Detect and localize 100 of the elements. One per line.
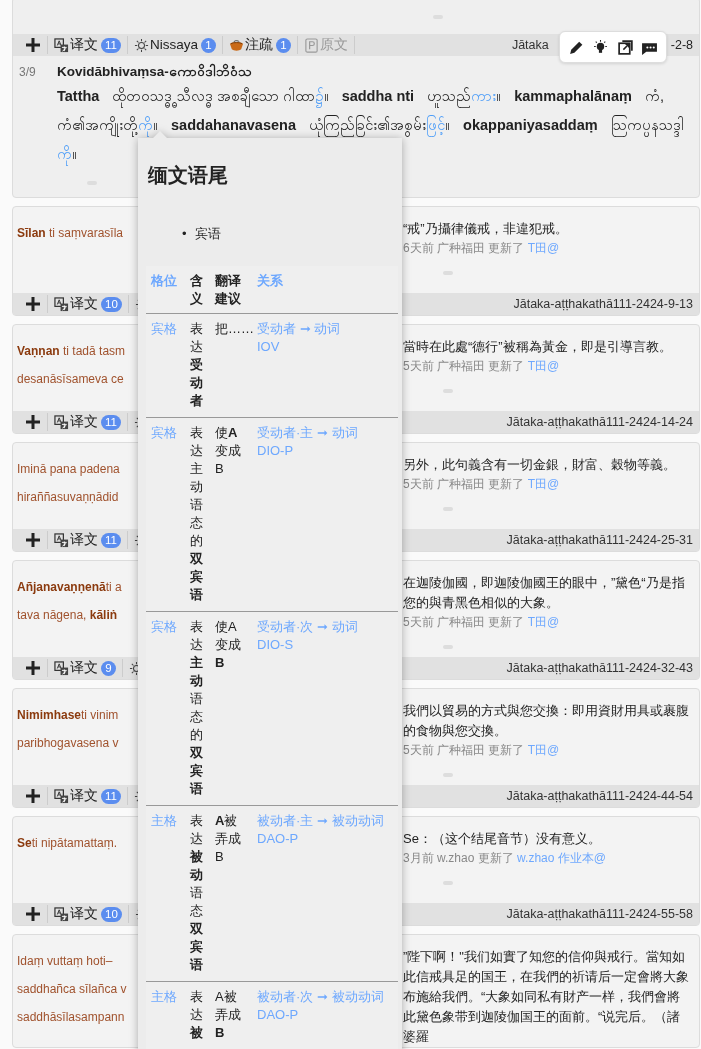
relation-link[interactable]: 受动者·主 ➞ 动词 — [257, 424, 393, 442]
user-link[interactable]: T田@ — [527, 359, 560, 374]
meaning-text: 表达受动者 — [190, 320, 203, 410]
count-badge: 11 — [101, 37, 121, 53]
plus-icon[interactable] — [25, 414, 41, 431]
translation-text: 當時在此處“德行”被稱為黃金，即是引導言教。 — [403, 338, 673, 357]
tab-label[interactable]: 译文 — [70, 658, 98, 679]
suggestion-text: 把…… — [215, 320, 254, 338]
count-badge: 11 — [101, 532, 121, 548]
relation-link[interactable]: 受动者·次 ➞ 动词 — [257, 618, 393, 636]
pali-text: Iminā pana padena — [17, 461, 121, 479]
update-info: 6天前 广种福田 更新了 T田@ — [403, 240, 561, 258]
pali-text: saddhāsīlasampann — [17, 1009, 126, 1027]
meaning-text: 表达被 — [190, 988, 203, 1042]
translation-text: Se：（这个结尾音节）没有意义。 — [403, 830, 602, 849]
translate-icon[interactable] — [54, 296, 69, 312]
column-header: 格位 — [146, 266, 185, 314]
relation-link[interactable]: 被动者·次 ➞ 被动动词 — [257, 988, 393, 1006]
pali-text: Nimimhaseti vinim — [17, 707, 120, 725]
translate-icon[interactable] — [54, 660, 69, 676]
pali-text: Seti nipātamattaṃ. — [17, 835, 119, 853]
relation-code[interactable]: DIO-P — [257, 442, 393, 460]
user-link[interactable]: T田@ — [527, 743, 560, 758]
column-header: 关系 — [252, 266, 398, 314]
update-info: 5天前 广种福田 更新了 T田@ — [403, 614, 561, 632]
user-link[interactable]: T田@ — [527, 615, 560, 630]
plus-icon[interactable] — [25, 532, 41, 549]
pali-text: Idaṃ vuttaṃ hoti– — [17, 953, 114, 971]
relation-code[interactable]: DIO-S — [257, 636, 393, 654]
meaning-text: 表达主动语态的双宾语 — [190, 424, 203, 604]
column-header: 翻译建议 — [215, 272, 242, 308]
case-text: 主格 — [151, 813, 177, 828]
update-info: 5天前 广种福田 更新了 T田@ — [403, 742, 561, 760]
bullet-marker: • — [182, 225, 187, 243]
bullet-item: 宾语 — [194, 225, 221, 243]
tab-label[interactable]: 译文 — [70, 904, 98, 925]
translation-text: “戒”乃攝律儀戒，非違犯戒。 — [403, 220, 569, 239]
plus-icon[interactable] — [25, 788, 41, 805]
relation-link[interactable]: 受动者 ➞ 动词 — [257, 320, 393, 338]
tab-label[interactable]: 译文 — [70, 412, 98, 433]
update-info: 3月前 w.zhao 更新了 w.zhao 作业本@ — [403, 850, 607, 868]
pali-text: tava nāgena, kāliṅ — [17, 607, 119, 625]
plus-icon[interactable] — [25, 37, 41, 53]
tab-label[interactable]: 译文 — [70, 294, 98, 315]
plus-icon[interactable] — [25, 660, 41, 677]
count-badge: 10 — [101, 906, 122, 922]
user-link[interactable]: T田@ — [527, 241, 560, 256]
suggestion-text: A被弄成B — [215, 988, 242, 1042]
pali-text: Vaṇṇan ti tadā tasm — [17, 343, 127, 361]
plus-icon[interactable] — [25, 296, 41, 313]
tab-label[interactable]: 译文 — [70, 786, 98, 807]
tab-label[interactable]: 译文 — [70, 34, 98, 56]
translation-text: 另外，此句義含有一切金銀，財富、穀物等義。 — [403, 456, 677, 475]
relation-code[interactable]: IOV — [257, 338, 393, 356]
translation-text: 在迦陵伽國，即迦陵伽國王的眼中，”黛色“乃是指您的與青黑色相似的大象。 — [403, 574, 686, 613]
translation-text: ”陛下啊！"我们如實了知您的信仰與戒行。當知如此信戒具足的国王，在我們的祈请后一定會將大象布施給我們。“大象如同私有財产一样，我們會將此黛色象带到迦陵伽国王的面前。“说完后。（諸婆羅 — [403, 948, 690, 1047]
count-badge: 10 — [101, 296, 122, 312]
plus-icon[interactable] — [25, 906, 41, 923]
segment-title: Kovidābhivaṃsa-ကောဝိဒါဘိဝံသ — [57, 62, 253, 81]
update-info: 5天前 广种福田 更新了 T田@ — [403, 476, 561, 494]
count-badge: 9 — [101, 660, 116, 676]
source-label: -2-8 — [670, 36, 693, 54]
bowl-icon[interactable] — [228, 37, 244, 53]
count-badge: 1 — [200, 37, 216, 53]
suggestion-text: 使A变成B — [215, 618, 242, 672]
source-label: Jātaka-aṭṭhakathā111-2424-44-54 — [506, 787, 693, 805]
case-text: 宾格 — [151, 619, 177, 634]
pali-text: Añjanavaṇṇenāti a — [17, 579, 123, 597]
open-in-new-icon[interactable] — [616, 38, 634, 56]
pali-text: saddhañca sīlañca v — [17, 981, 128, 999]
translate-icon[interactable] — [54, 414, 69, 430]
translate-icon[interactable] — [54, 532, 69, 548]
meaning-text: 表达主动语态的双宾语 — [190, 618, 203, 798]
case-text: 宾格 — [151, 321, 177, 336]
source-label: Jātaka-aṭṭhakathā111-2424-25-31 — [506, 531, 693, 549]
pali-text: paribhogavasena v — [17, 735, 120, 753]
translate-icon[interactable] — [54, 906, 69, 922]
suggestion-text: 使A变成B — [215, 424, 242, 478]
suggestion-text: A被弄成B — [215, 812, 242, 866]
tab-label[interactable]: Nissaya — [149, 34, 198, 56]
sun-icon[interactable] — [133, 37, 149, 53]
lightbulb-icon[interactable] — [592, 38, 610, 56]
user-link[interactable]: w.zhao 作业本@ — [517, 851, 606, 866]
count-badge: 1 — [275, 37, 291, 53]
meaning-text: 表达被动语态双宾语 — [190, 812, 203, 974]
relation-code[interactable]: DAO-P — [257, 830, 393, 848]
tab-label[interactable]: 注疏 — [244, 34, 273, 56]
pali-text: Sīlan ti saṃvarasīla — [17, 225, 125, 243]
translate-icon[interactable] — [54, 788, 69, 804]
tab-label[interactable]: 译文 — [70, 530, 98, 551]
translation-text: 我們以貿易的方式與您交換：即用資財用具或裹腹的食物與您交換。 — [403, 702, 690, 741]
relation-link[interactable]: 被动者·主 ➞ 被动动词 — [257, 812, 393, 830]
update-info: 5天前 广种福田 更新了 T田@ — [403, 358, 561, 376]
count-badge: 11 — [101, 788, 121, 804]
translate-icon[interactable] — [54, 37, 69, 53]
source-label: Jātaka — [511, 36, 549, 54]
user-link[interactable]: T田@ — [527, 477, 560, 492]
column-header: 含义 — [190, 272, 203, 308]
case-text: 宾格 — [151, 425, 177, 440]
relation-code[interactable]: DAO-P — [257, 1006, 393, 1024]
